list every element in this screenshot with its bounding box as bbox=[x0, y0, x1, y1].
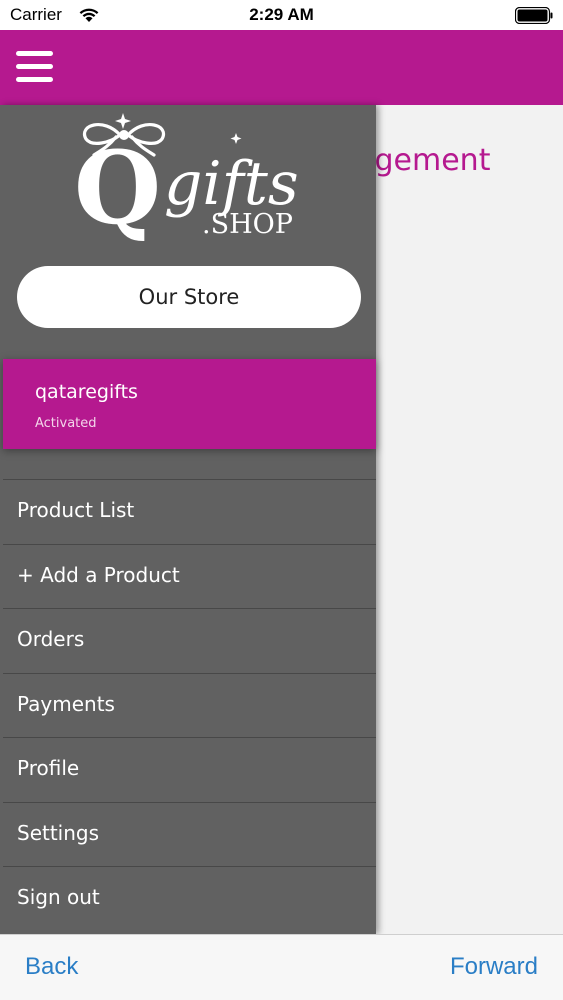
navigation-drawer: Q gifts .SHOP Our Store qataregifts Acti… bbox=[0, 105, 376, 934]
account-name: qataregifts bbox=[35, 381, 138, 403]
status-bar: Carrier 2:29 AM bbox=[0, 0, 563, 30]
account-status: Activated bbox=[35, 416, 97, 431]
svg-text:Q: Q bbox=[74, 129, 161, 243]
page-title: Store Management bbox=[376, 143, 491, 178]
clock: 2:29 AM bbox=[249, 5, 314, 24]
forward-button[interactable]: Forward bbox=[450, 953, 538, 981]
menu-item-payments[interactable]: Payments bbox=[3, 672, 376, 738]
svg-text:.SHOP: .SHOP bbox=[202, 209, 293, 240]
menu-item-add-product[interactable]: + Add a Product bbox=[3, 543, 376, 609]
menu-item-label: Product List bbox=[17, 498, 135, 522]
back-button[interactable]: Back bbox=[25, 953, 78, 981]
hamburger-icon[interactable] bbox=[16, 51, 53, 83]
menu-item-product-list[interactable]: Product List bbox=[3, 479, 376, 544]
account-card[interactable]: qataregifts Activated bbox=[3, 359, 376, 449]
menu-item-label: Sign out bbox=[17, 885, 100, 909]
drawer-menu: Product List + Add a Product Orders Paym… bbox=[3, 479, 376, 931]
menu-item-label: + Add a Product bbox=[17, 562, 180, 587]
menu-item-settings[interactable]: Settings bbox=[3, 801, 376, 867]
menu-item-orders[interactable]: Orders bbox=[3, 608, 376, 673]
battery-icon bbox=[515, 7, 553, 24]
app-header bbox=[0, 30, 563, 105]
browser-toolbar: Back Forward bbox=[0, 934, 563, 1000]
menu-item-label: Orders bbox=[17, 627, 85, 651]
menu-item-label: Profile bbox=[17, 756, 80, 780]
menu-item-label: Settings bbox=[17, 820, 100, 845]
menu-item-label: Payments bbox=[17, 691, 115, 716]
our-store-button[interactable]: Our Store bbox=[17, 266, 361, 328]
qgifts-shop-logo: Q gifts .SHOP bbox=[74, 113, 299, 243]
menu-item-profile[interactable]: Profile bbox=[3, 737, 376, 802]
menu-item-sign-out[interactable]: Sign out bbox=[3, 866, 376, 931]
